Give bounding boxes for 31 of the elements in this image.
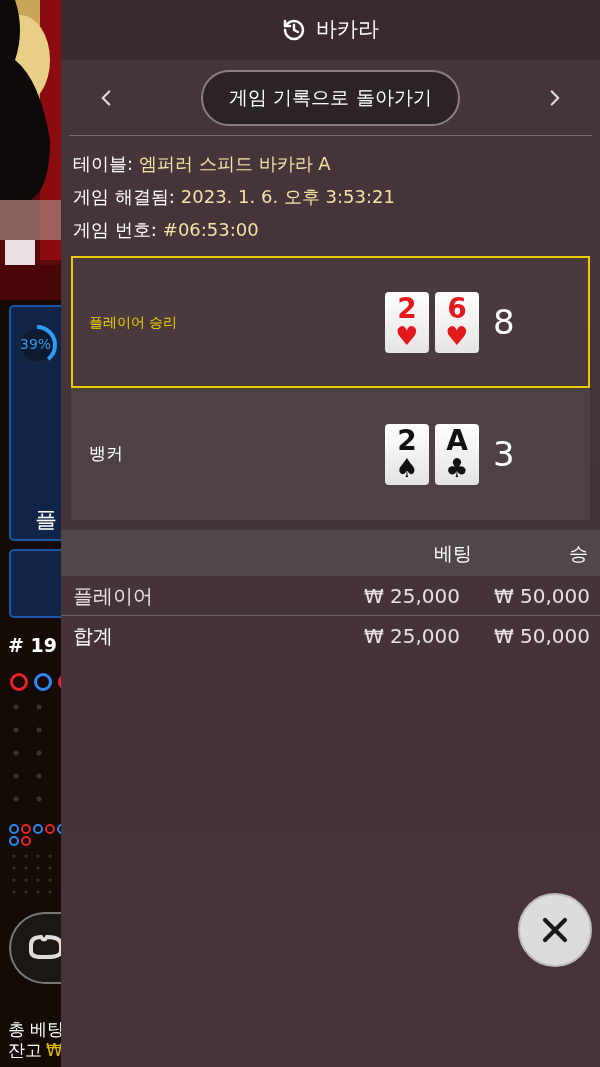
hand-score: 3 — [493, 437, 515, 471]
table-cell-text: 플레이어 — [72, 582, 154, 610]
hand-score: 8 — [493, 305, 515, 339]
detail-value: 엠퍼러 스피드 바카라 A — [139, 152, 331, 176]
playing-card: 2 ♠ — [385, 423, 429, 485]
table-cell-text: ₩ 50,000 — [492, 582, 591, 610]
table-cell-text: ₩ 25,000 — [362, 582, 460, 610]
playing-card: A ♣ — [435, 423, 479, 485]
playing-card: 6 ♥ — [435, 291, 479, 353]
column-header: 베팅 — [433, 540, 472, 566]
detail-value: #06:53:00 — [162, 218, 259, 242]
progress-label: 39% — [20, 337, 52, 351]
hand-label: 플레이어 승리 — [89, 312, 179, 332]
history-icon — [282, 18, 306, 42]
balance-label: 잔고 — [8, 1039, 42, 1061]
hand-label: 뱅커 — [89, 442, 124, 466]
detail-label: 게임 해결됨: — [73, 185, 175, 209]
panel-title: 바카라 — [316, 16, 379, 44]
detail-label: 테이블: — [73, 152, 134, 176]
table-cell-text: ₩ 25,000 — [362, 623, 460, 650]
detail-label: 게임 번호: — [73, 218, 157, 242]
detail-value: 2023. 1. 6. 오후 3:53:21 — [180, 185, 395, 209]
round-number: # 19 — [8, 636, 58, 655]
back-to-history-button[interactable]: 게임 기록으로 돌아가기 — [201, 69, 460, 126]
table-cell-text: 합계 — [72, 623, 114, 650]
column-header: 승 — [568, 540, 589, 566]
chip-button[interactable] — [9, 912, 61, 984]
table-cell-text: ₩ 50,000 — [492, 623, 591, 650]
side-label: 플 — [35, 505, 58, 533]
bet-spot-card[interactable]: 39% 플 — [9, 305, 61, 541]
playing-card: 2 ♥ — [385, 291, 429, 353]
